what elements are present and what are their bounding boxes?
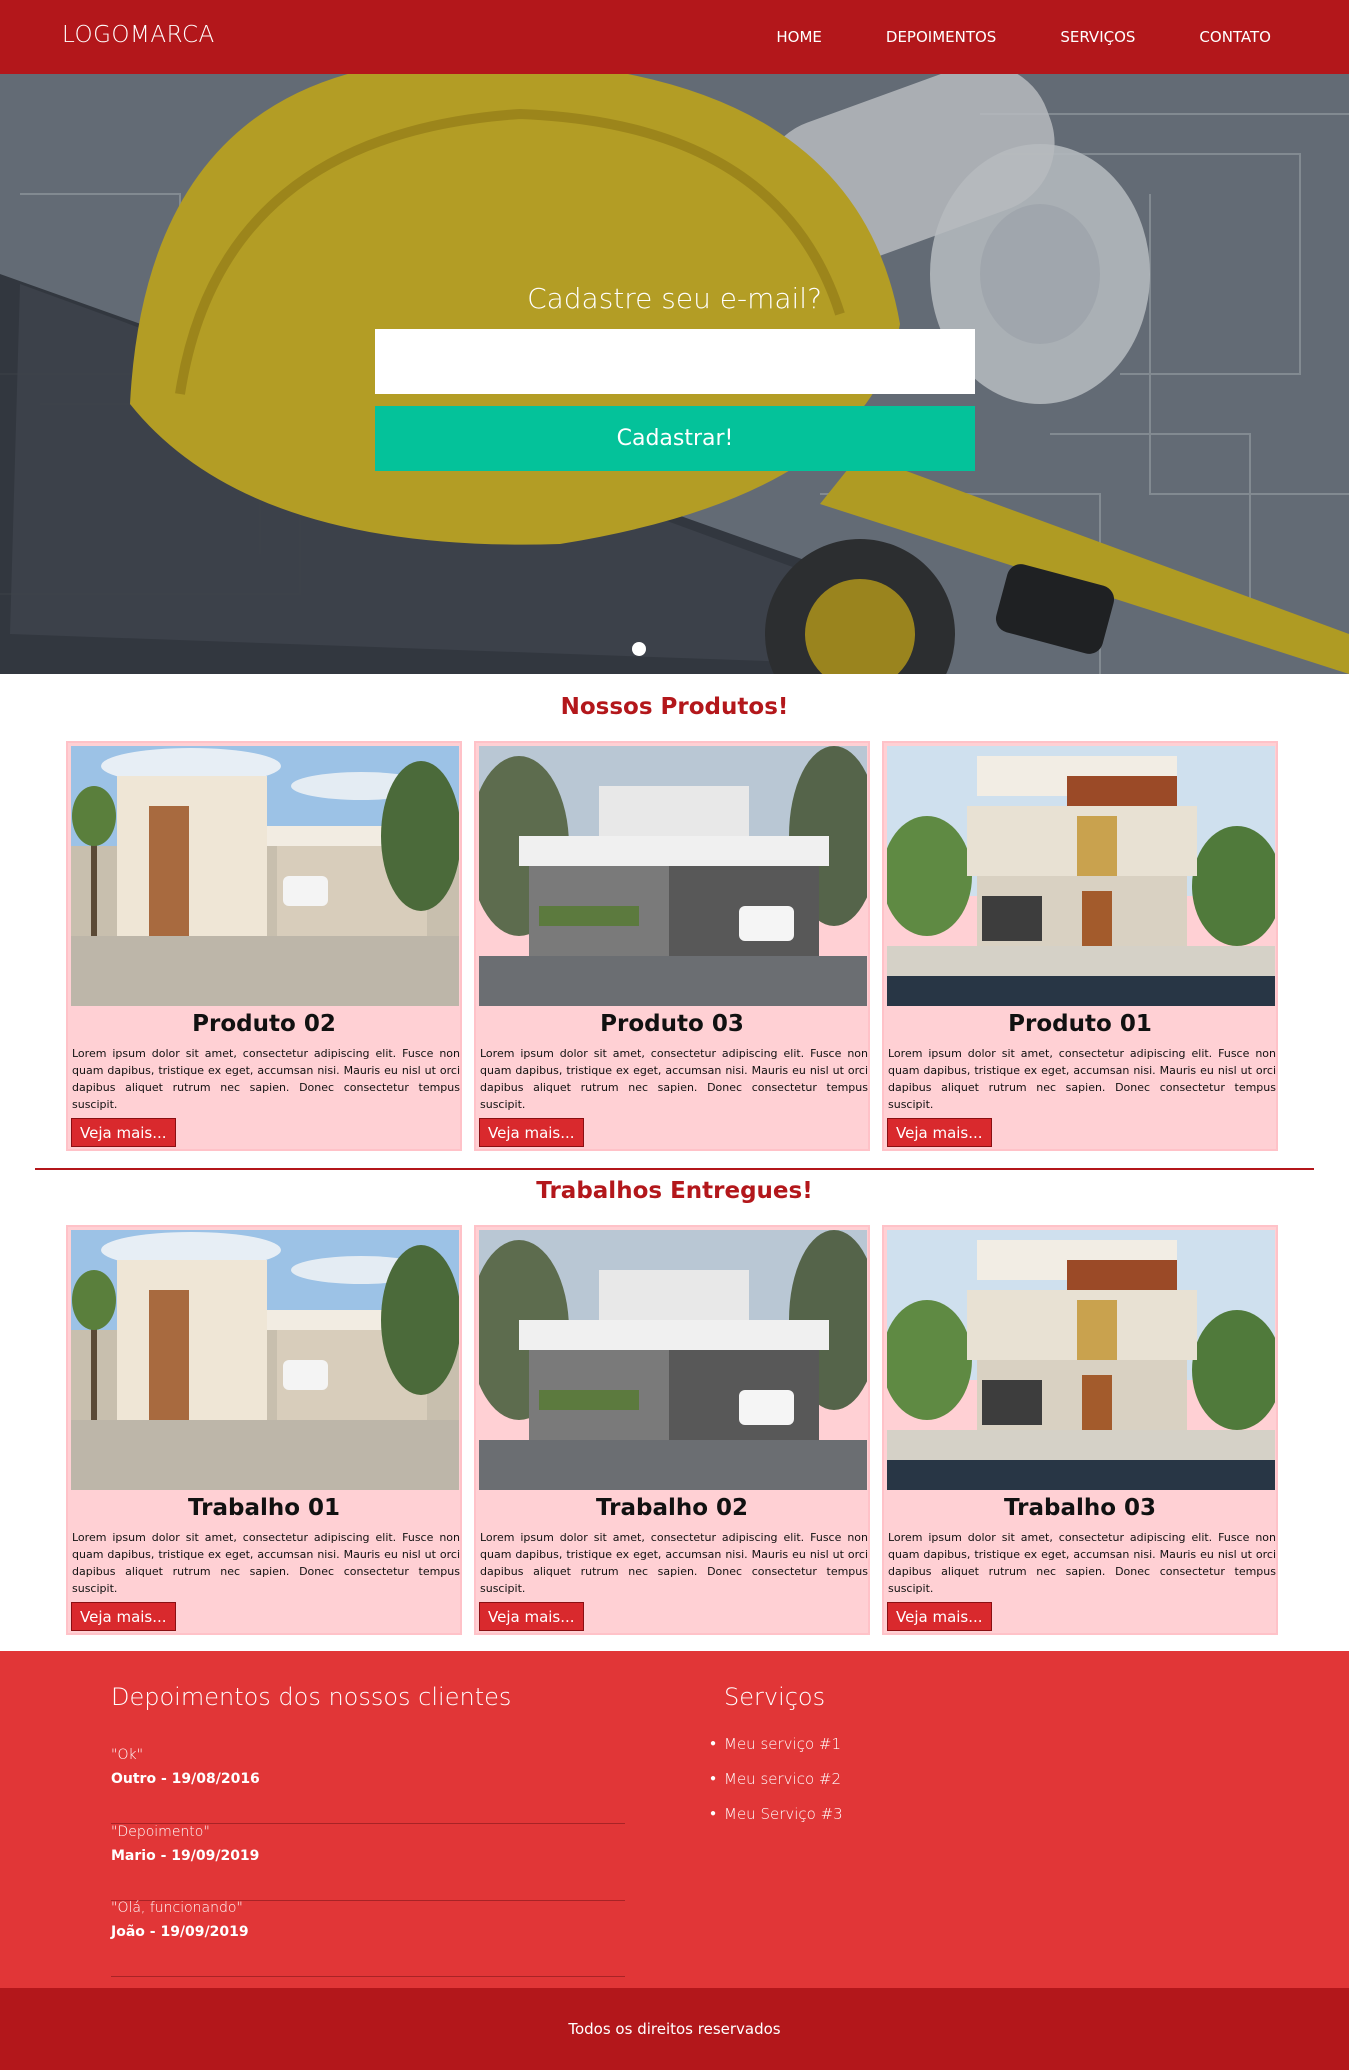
testimonial-item: "Depoimento" Mario - 19/09/2019 xyxy=(111,1824,625,1901)
product-image xyxy=(71,746,459,1006)
nav-item-home[interactable]: HOME xyxy=(776,28,822,46)
signup-button[interactable]: Cadastrar! xyxy=(375,406,975,471)
testimonial-author: Mario - 19/09/2019 xyxy=(111,1848,260,1864)
work-description: Lorem ipsum dolor sit amet, consectetur … xyxy=(480,1531,868,1595)
hero-banner: Cadastre seu e-mail? Cadastrar! xyxy=(0,74,1349,674)
see-more-button[interactable]: Veja mais... xyxy=(71,1118,176,1147)
testimonial-quote: "Ok" xyxy=(111,1747,144,1763)
work-card: Trabalho 02 Lorem ipsum dolor sit amet, … xyxy=(474,1225,870,1635)
product-title: Produto 03 xyxy=(600,1011,744,1037)
testimonial-author: Outro - 19/08/2016 xyxy=(111,1771,260,1787)
work-image xyxy=(479,1230,867,1490)
produtos-title: Nossos Produtos! xyxy=(560,694,789,720)
testimonial-item: "Olá, funcionando" João - 19/09/2019 xyxy=(111,1900,625,1977)
section-divider xyxy=(35,1168,1314,1170)
work-image xyxy=(887,1230,1275,1490)
see-more-button[interactable]: Veja mais... xyxy=(887,1118,992,1147)
trabalhos-title: Trabalhos Entregues! xyxy=(536,1178,813,1204)
testimonial-author: João - 19/09/2019 xyxy=(111,1924,249,1940)
work-title: Trabalho 02 xyxy=(595,1495,749,1521)
product-title: Produto 01 xyxy=(1008,1011,1152,1037)
carousel-indicator[interactable] xyxy=(632,642,646,656)
testimonial-quote: "Depoimento" xyxy=(111,1824,210,1840)
service-item[interactable]: Meu serviço #1 xyxy=(710,1735,843,1770)
footer: Depoimentos dos nossos clientes "Ok" Out… xyxy=(0,1651,1349,1988)
testimonial-item: "Ok" Outro - 19/08/2016 xyxy=(111,1747,625,1824)
work-card: Trabalho 03 Lorem ipsum dolor sit amet, … xyxy=(882,1225,1278,1635)
see-more-button[interactable]: Veja mais... xyxy=(887,1602,992,1631)
product-title: Produto 02 xyxy=(192,1011,336,1037)
logo[interactable]: LOGOMARCA xyxy=(62,22,215,48)
nav-menu: HOME DEPOIMENTOS SERVIÇOS CONTATO xyxy=(712,0,1271,74)
testimonial-quote: "Olá, funcionando" xyxy=(111,1900,243,1916)
product-description: Lorem ipsum dolor sit amet, consectetur … xyxy=(888,1047,1276,1111)
product-description: Lorem ipsum dolor sit amet, consectetur … xyxy=(72,1047,460,1111)
work-card: Trabalho 01 Lorem ipsum dolor sit amet, … xyxy=(66,1225,462,1635)
email-input[interactable] xyxy=(375,329,975,394)
product-card: Produto 02 Lorem ipsum dolor sit amet, c… xyxy=(66,741,462,1151)
product-image xyxy=(479,746,867,1006)
service-item[interactable]: Meu servico #2 xyxy=(710,1770,843,1805)
service-item[interactable]: Meu Serviço #3 xyxy=(710,1805,843,1840)
hero-title: Cadastre seu e-mail? xyxy=(527,282,822,315)
product-image xyxy=(887,746,1275,1006)
services-title: Serviços xyxy=(724,1683,826,1711)
see-more-button[interactable]: Veja mais... xyxy=(479,1602,584,1631)
nav-item-servicos[interactable]: SERVIÇOS xyxy=(1060,28,1135,46)
services-list: Meu serviço #1 Meu servico #2 Meu Serviç… xyxy=(710,1735,843,1840)
testimonials-title: Depoimentos dos nossos clientes xyxy=(111,1683,512,1711)
see-more-button[interactable]: Veja mais... xyxy=(71,1602,176,1631)
product-description: Lorem ipsum dolor sit amet, consectetur … xyxy=(480,1047,868,1111)
see-more-button[interactable]: Veja mais... xyxy=(479,1118,584,1147)
work-title: Trabalho 01 xyxy=(187,1495,341,1521)
copyright: Todos os direitos reservados xyxy=(0,1988,1349,2070)
product-card: Produto 01 Lorem ipsum dolor sit amet, c… xyxy=(882,741,1278,1151)
nav-item-contato[interactable]: CONTATO xyxy=(1199,28,1271,46)
product-card: Produto 03 Lorem ipsum dolor sit amet, c… xyxy=(474,741,870,1151)
nav-item-depoimentos[interactable]: DEPOIMENTOS xyxy=(886,28,996,46)
work-description: Lorem ipsum dolor sit amet, consectetur … xyxy=(888,1531,1276,1595)
work-description: Lorem ipsum dolor sit amet, consectetur … xyxy=(72,1531,460,1595)
work-title: Trabalho 03 xyxy=(1003,1495,1157,1521)
navbar: LOGOMARCA HOME DEPOIMENTOS SERVIÇOS CONT… xyxy=(0,0,1349,74)
work-image xyxy=(71,1230,459,1490)
